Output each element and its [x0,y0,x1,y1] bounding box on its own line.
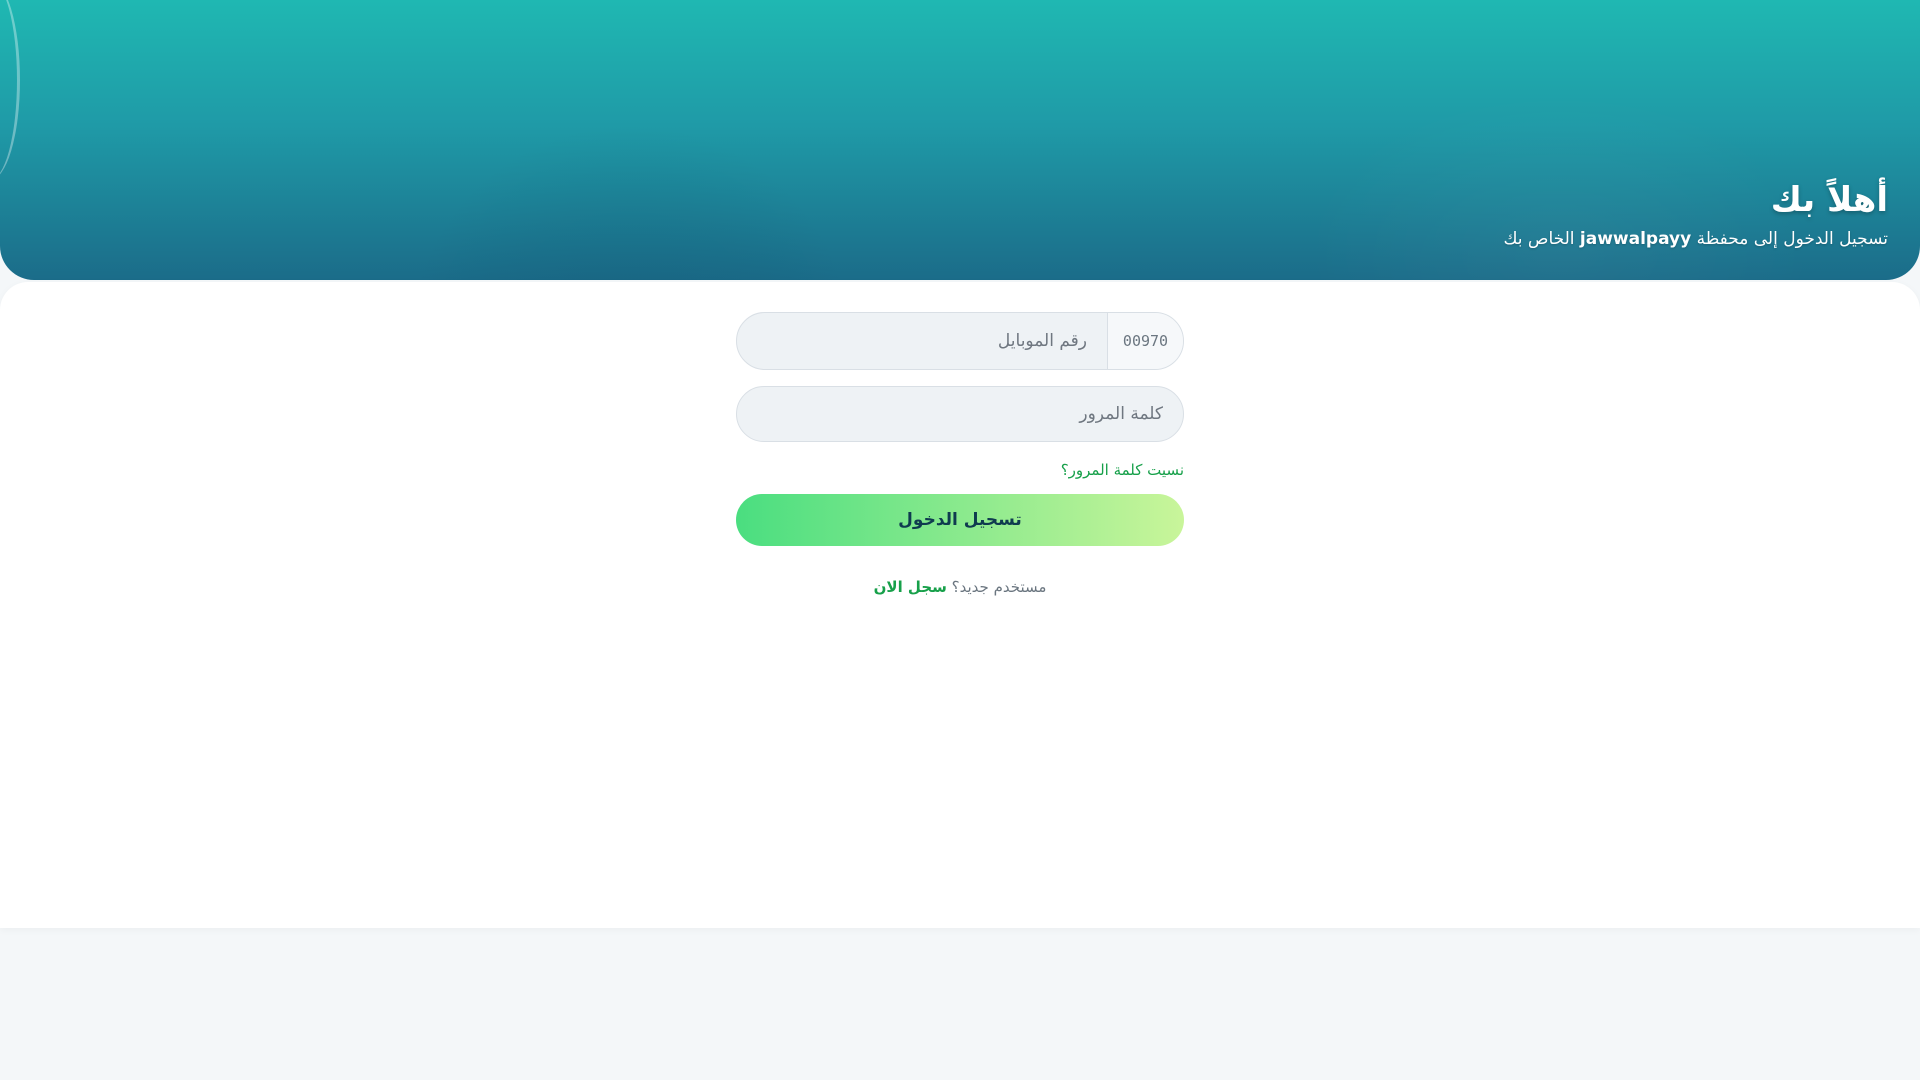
welcome-header: أهلاً بك تسجيل الدخول إلى محفظة jawwalpa… [0,0,1920,280]
welcome-subtitle: تسجيل الدخول إلى محفظة jawwalpayy الخاص … [1503,226,1888,252]
decorative-arc [0,0,20,180]
decorative-pattern [400,120,860,280]
phone-input[interactable] [737,313,1107,369]
welcome-text: أهلاً بك تسجيل الدخول إلى محفظة jawwalpa… [1503,178,1888,252]
subtitle-suffix: الخاص بك [1503,229,1575,249]
login-button[interactable]: تسجيل الدخول [736,494,1184,546]
password-field [736,386,1184,442]
register-link[interactable]: سجل الان [874,578,947,596]
country-code-prefix[interactable]: 00970 [1107,313,1183,369]
new-user-label: مستخدم جديد؟ [951,578,1047,596]
welcome-title: أهلاً بك [1770,180,1888,220]
forgot-password-row: نسيت كلمة المرور؟ [736,460,1184,484]
subtitle-prefix: تسجيل الدخول إلى محفظة [1696,229,1888,249]
phone-field: 00970 [736,312,1184,370]
forgot-password-link[interactable]: نسيت كلمة المرور؟ [1061,461,1184,479]
register-prompt: مستخدم جديد؟ سجل الان [736,578,1184,596]
brand-name: jawwalpayy [1579,229,1692,249]
login-form: 00970 نسيت كلمة المرور؟ تسجيل الدخول مست… [736,312,1184,596]
password-input[interactable] [737,387,1183,441]
login-page: أهلاً بك تسجيل الدخول إلى محفظة jawwalpa… [0,0,1920,1080]
